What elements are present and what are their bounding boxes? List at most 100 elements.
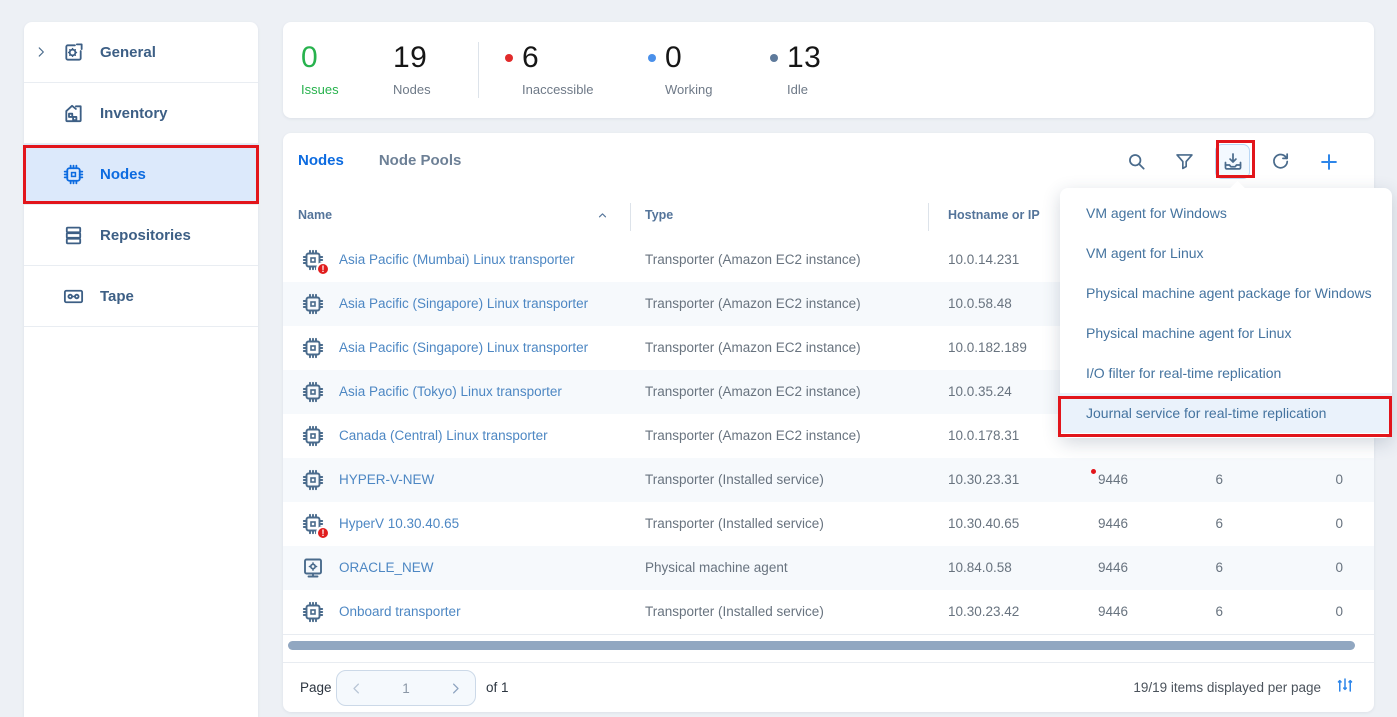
node-type: Transporter (Amazon EC2 instance) [645,252,861,267]
sort-asc-icon[interactable] [596,209,609,222]
node-hostname: 10.30.23.31 [948,472,1019,487]
sidebar-item-nodes[interactable]: Nodes [24,144,258,205]
previous-page-icon[interactable] [349,681,364,696]
node-count: 6 [1183,472,1223,487]
stack-icon [58,224,88,247]
expand-chevron-icon[interactable] [24,45,58,59]
stat-inaccessible: 6 Inaccessible [505,42,594,97]
chip-icon: ! [301,512,325,536]
inaccessible-dot-icon [505,54,513,62]
issues-label: Issues [301,82,339,97]
column-divider [630,203,631,231]
horizontal-scrollbar[interactable] [288,641,1355,650]
node-count: 0 [1303,604,1343,619]
refresh-icon[interactable] [1263,144,1298,179]
node-type: Transporter (Installed service) [645,604,824,619]
node-name-link[interactable]: Canada (Central) Linux transporter [339,428,548,443]
node-type: Transporter (Amazon EC2 instance) [645,296,861,311]
node-hostname: 10.0.35.24 [948,384,1012,399]
column-divider [928,203,929,231]
search-icon[interactable] [1119,144,1154,179]
sliders-icon[interactable] [1336,676,1354,694]
node-count: 6 [1183,516,1223,531]
menu-item-io-filter[interactable]: I/O filter for real-time replication [1060,353,1392,393]
chip-icon [301,380,325,404]
page-selector: 1 [336,670,476,706]
panel-toolbar [1119,144,1346,179]
sidebar-item-label: Tape [100,288,134,305]
download-icon[interactable] [1215,144,1250,179]
nodes-summary-bar: 0 Issues 19 Nodes 6 Inaccessible 0 Worki… [283,22,1374,118]
nodes-count: 19 [393,42,431,74]
node-name-link[interactable]: Asia Pacific (Singapore) Linux transport… [339,296,588,311]
sidebar-item-label: Repositories [100,227,191,244]
sidebar-item-label: General [100,44,156,61]
node-name-link[interactable]: HYPER-V-NEW [339,472,434,487]
menu-item-vm-agent-linux[interactable]: VM agent for Linux [1060,233,1392,273]
node-name-link[interactable]: HyperV 10.30.40.65 [339,516,459,531]
chip-icon [58,163,88,186]
node-hostname: 10.0.58.48 [948,296,1012,311]
sidebar: General Inventory Nodes Repositories Tap… [24,22,258,717]
node-count: 6 [1183,560,1223,575]
node-port: 9446 [1053,604,1128,619]
table-row[interactable]: HYPER-V-NEW Transporter (Installed servi… [283,458,1374,502]
next-page-icon[interactable] [448,681,463,696]
node-type: Physical machine agent [645,560,788,575]
node-hostname: 10.30.23.42 [948,604,1019,619]
idle-dot-icon [770,54,778,62]
menu-item-physical-agent-linux[interactable]: Physical machine agent for Linux [1060,313,1392,353]
page-number-input[interactable]: 1 [402,681,410,696]
node-name-link[interactable]: Onboard transporter [339,604,461,619]
node-type: Transporter (Amazon EC2 instance) [645,428,861,443]
menu-item-vm-agent-windows[interactable]: VM agent for Windows [1060,193,1392,233]
stat-nodes: 19 Nodes [393,42,431,97]
sidebar-item-repositories[interactable]: Repositories [24,205,258,266]
chip-icon: ! [301,248,325,272]
node-count: 6 [1183,604,1223,619]
idle-label: Idle [787,82,821,97]
node-type: Transporter (Installed service) [645,472,824,487]
chip-icon [301,424,325,448]
node-count: 0 [1303,516,1343,531]
node-name-link[interactable]: Asia Pacific (Mumbai) Linux transporter [339,252,575,267]
table-row[interactable]: Onboard transporter Transporter (Install… [283,590,1374,634]
node-name-link[interactable]: Asia Pacific (Singapore) Linux transport… [339,340,588,355]
menu-item-journal-service[interactable]: Journal service for real-time replicatio… [1060,393,1392,433]
node-port: 9446 [1053,516,1128,531]
table-bottom-divider [283,634,1374,635]
tab-nodes[interactable]: Nodes [298,152,344,169]
stat-idle: 13 Idle [770,42,821,97]
table-row[interactable]: ! HyperV 10.30.40.65 Transporter (Instal… [283,502,1374,546]
nodes-label: Nodes [393,82,431,97]
page-total-label: of 1 [486,680,509,695]
node-count: 0 [1303,560,1343,575]
sidebar-item-general[interactable]: General [24,22,258,83]
chip-icon [301,336,325,360]
node-name-link[interactable]: Asia Pacific (Tokyo) Linux transporter [339,384,562,399]
sidebar-item-tape[interactable]: Tape [24,266,258,327]
sidebar-item-label: Nodes [100,166,146,183]
chip-icon [301,468,325,492]
table-row[interactable]: ORACLE_NEW Physical machine agent 10.84.… [283,546,1374,590]
node-type: Transporter (Amazon EC2 instance) [645,384,861,399]
node-name-link[interactable]: ORACLE_NEW [339,560,434,575]
column-header-type[interactable]: Type [645,208,673,222]
inventory-icon [58,102,88,125]
idle-count: 13 [787,42,821,74]
add-icon[interactable] [1311,144,1346,179]
node-hostname: 10.0.14.231 [948,252,1019,267]
sidebar-item-inventory[interactable]: Inventory [24,83,258,144]
menu-item-physical-agent-package-windows[interactable]: Physical machine agent package for Windo… [1060,273,1392,313]
column-header-name[interactable]: Name [298,208,332,222]
stat-working: 0 Working [648,42,712,97]
working-count: 0 [665,42,682,74]
tab-node-pools[interactable]: Node Pools [379,152,462,169]
chip-icon [301,600,325,624]
issues-count: 0 [301,42,339,74]
filter-icon[interactable] [1167,144,1202,179]
column-header-hostname[interactable]: Hostname or IP [948,208,1040,222]
node-hostname: 10.30.40.65 [948,516,1019,531]
error-badge: ! [316,262,330,276]
physical-machine-icon [301,556,325,580]
